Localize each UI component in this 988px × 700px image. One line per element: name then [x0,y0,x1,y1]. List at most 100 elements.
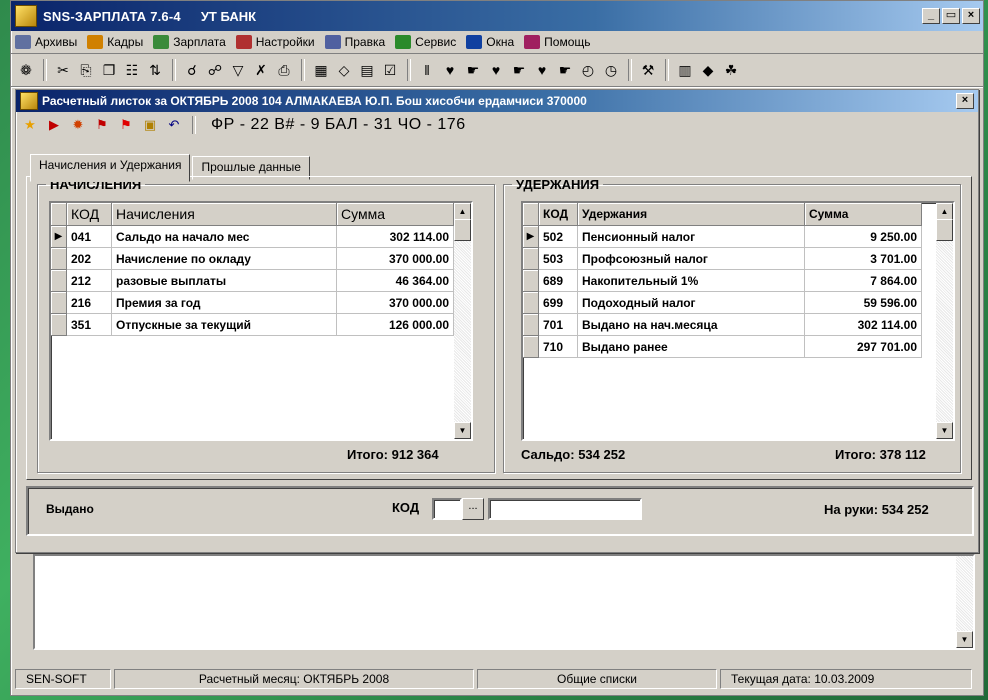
cell-sum[interactable]: 46 364.00 [336,269,454,292]
cell-sum[interactable]: 9 250.00 [804,225,922,248]
menu-item-4[interactable]: Правка [323,32,394,52]
globe-icon[interactable]: ❁ [15,59,37,81]
menu-item-5[interactable]: Сервис [393,32,464,52]
cell-sum[interactable]: 126 000.00 [336,313,454,336]
wrench-icon[interactable]: ⚒ [637,59,659,81]
copy-icon[interactable]: ⎘ [75,59,97,81]
cell-code[interactable]: 701 [538,313,578,336]
deductions-grid[interactable]: КОД Удержания Сумма ▶ 502 Пенсионный налог… [521,201,955,441]
cell-name[interactable]: Пенсионный налог [577,225,805,248]
clear-filter-icon[interactable]: ✗ [250,59,272,81]
payslip-close-button[interactable]: × [956,93,974,109]
split-icon[interactable]: ‖ [416,59,438,81]
menu-item-0[interactable]: Архивы [13,32,85,52]
cell-sum[interactable]: 3 701.00 [804,247,922,270]
table-row[interactable]: 699 Подоходный налог 59 596.00 [523,291,922,314]
accruals-grid[interactable]: КОД Начисления Сумма ▶ 041 Сальдо на начал… [49,201,473,441]
cell-name[interactable]: Премия за год [111,291,337,314]
cell-sum[interactable]: 370 000.00 [336,291,454,314]
heart3-icon[interactable]: ♥ [531,59,553,81]
code-input[interactable] [432,498,462,520]
cell-code[interactable]: 689 [538,269,578,292]
hand3-icon[interactable]: ☛ [554,59,576,81]
preview-icon[interactable]: ❐ [98,59,120,81]
row-indicator[interactable] [523,291,539,314]
cell-code[interactable]: 351 [66,313,112,336]
menu-item-3[interactable]: Настройки [234,32,323,52]
book-icon[interactable]: ◆ [697,59,719,81]
memo-area[interactable]: ▼ [33,554,975,650]
menu-item-6[interactable]: Окна [464,32,522,52]
scroll-thumb[interactable] [936,219,953,241]
calendar-icon[interactable]: ▤ [356,59,378,81]
deductions-scrollbar[interactable]: ▲ ▼ [936,203,953,439]
person-run-icon[interactable]: ★ [20,115,40,135]
paste-icon[interactable]: ☷ [121,59,143,81]
row-indicator[interactable] [523,269,539,292]
accruals-col-name[interactable]: Начисления [111,203,337,226]
row-indicator[interactable] [51,313,67,336]
cell-sum[interactable]: 302 114.00 [804,313,922,336]
tab-accruals-deductions[interactable]: Начисления и Удержания [30,154,191,182]
heart-icon[interactable]: ♥ [439,59,461,81]
find-next-icon[interactable]: ☍ [204,59,226,81]
scroll-down-icon[interactable]: ▼ [454,422,471,439]
cell-code[interactable]: 041 [66,225,112,248]
scroll-up-icon[interactable]: ▲ [936,203,953,220]
cell-sum[interactable]: 370 000.00 [336,247,454,270]
table-row[interactable]: 216 Премия за год 370 000.00 [51,291,454,314]
scroll-down-icon[interactable]: ▼ [936,422,953,439]
cell-sum[interactable]: 59 596.00 [804,291,922,314]
row-indicator[interactable] [523,313,539,336]
deductions-col-name[interactable]: Удержания [577,203,805,226]
cell-code[interactable]: 710 [538,335,578,358]
cell-sum[interactable]: 7 864.00 [804,269,922,292]
cell-name[interactable]: Профсоюзный налог [577,247,805,270]
close-button[interactable]: × [962,8,980,24]
accruals-scrollbar[interactable]: ▲ ▼ [454,203,471,439]
flag-icon[interactable]: ⚑ [92,115,112,135]
scroll-thumb[interactable] [454,219,471,241]
arrow-right-icon[interactable]: ▶ [44,115,64,135]
scroll-down-icon[interactable]: ▼ [956,631,973,648]
find-icon[interactable]: ☌ [181,59,203,81]
row-indicator[interactable] [523,247,539,270]
menu-item-1[interactable]: Кадры [85,32,151,52]
cell-code[interactable]: 503 [538,247,578,270]
bulb-icon[interactable]: ▣ [140,115,160,135]
cell-name[interactable]: Начисление по окладу [111,247,337,270]
report-icon[interactable]: ☑ [379,59,401,81]
sort-icon[interactable]: ⇅ [144,59,166,81]
cell-name[interactable]: Выдано ранее [577,335,805,358]
current-row-indicator-icon[interactable]: ▶ [51,225,67,248]
row-indicator[interactable] [51,291,67,314]
hand2-icon[interactable]: ☛ [508,59,530,81]
browse-code-button[interactable]: ... [462,498,484,520]
print-icon[interactable]: ⎙ [273,59,295,81]
heart2-icon[interactable]: ♥ [485,59,507,81]
deductions-col-sum[interactable]: Сумма [804,203,922,226]
clock-icon[interactable]: ◴ [577,59,599,81]
scroll-up-icon[interactable]: ▲ [454,203,471,220]
memo-scrollbar[interactable]: ▼ [956,556,973,648]
sun-icon[interactable]: ✹ [68,115,88,135]
cell-name[interactable]: Подоходный налог [577,291,805,314]
table-icon[interactable]: ▥ [674,59,696,81]
table-row[interactable]: 212 разовые выплаты 46 364.00 [51,269,454,292]
row-indicator[interactable] [523,335,539,358]
cell-code[interactable]: 699 [538,291,578,314]
current-row-indicator-icon[interactable]: ▶ [523,225,539,248]
accruals-col-code[interactable]: КОД [66,203,112,226]
undo-icon[interactable]: ↶ [164,115,184,135]
cut-icon[interactable]: ✂ [52,59,74,81]
cell-sum[interactable]: 297 701.00 [804,335,922,358]
cell-name[interactable]: Отпускные за текущий [111,313,337,336]
cell-code[interactable]: 212 [66,269,112,292]
accruals-col-sum[interactable]: Сумма [336,203,454,226]
table-row[interactable]: 202 Начисление по окладу 370 000.00 [51,247,454,270]
table-row[interactable]: 351 Отпускные за текущий 126 000.00 [51,313,454,336]
hand-icon[interactable]: ☛ [462,59,484,81]
cell-code[interactable]: 202 [66,247,112,270]
calculator-icon[interactable]: ▦ [310,59,332,81]
filter-icon[interactable]: ▽ [227,59,249,81]
